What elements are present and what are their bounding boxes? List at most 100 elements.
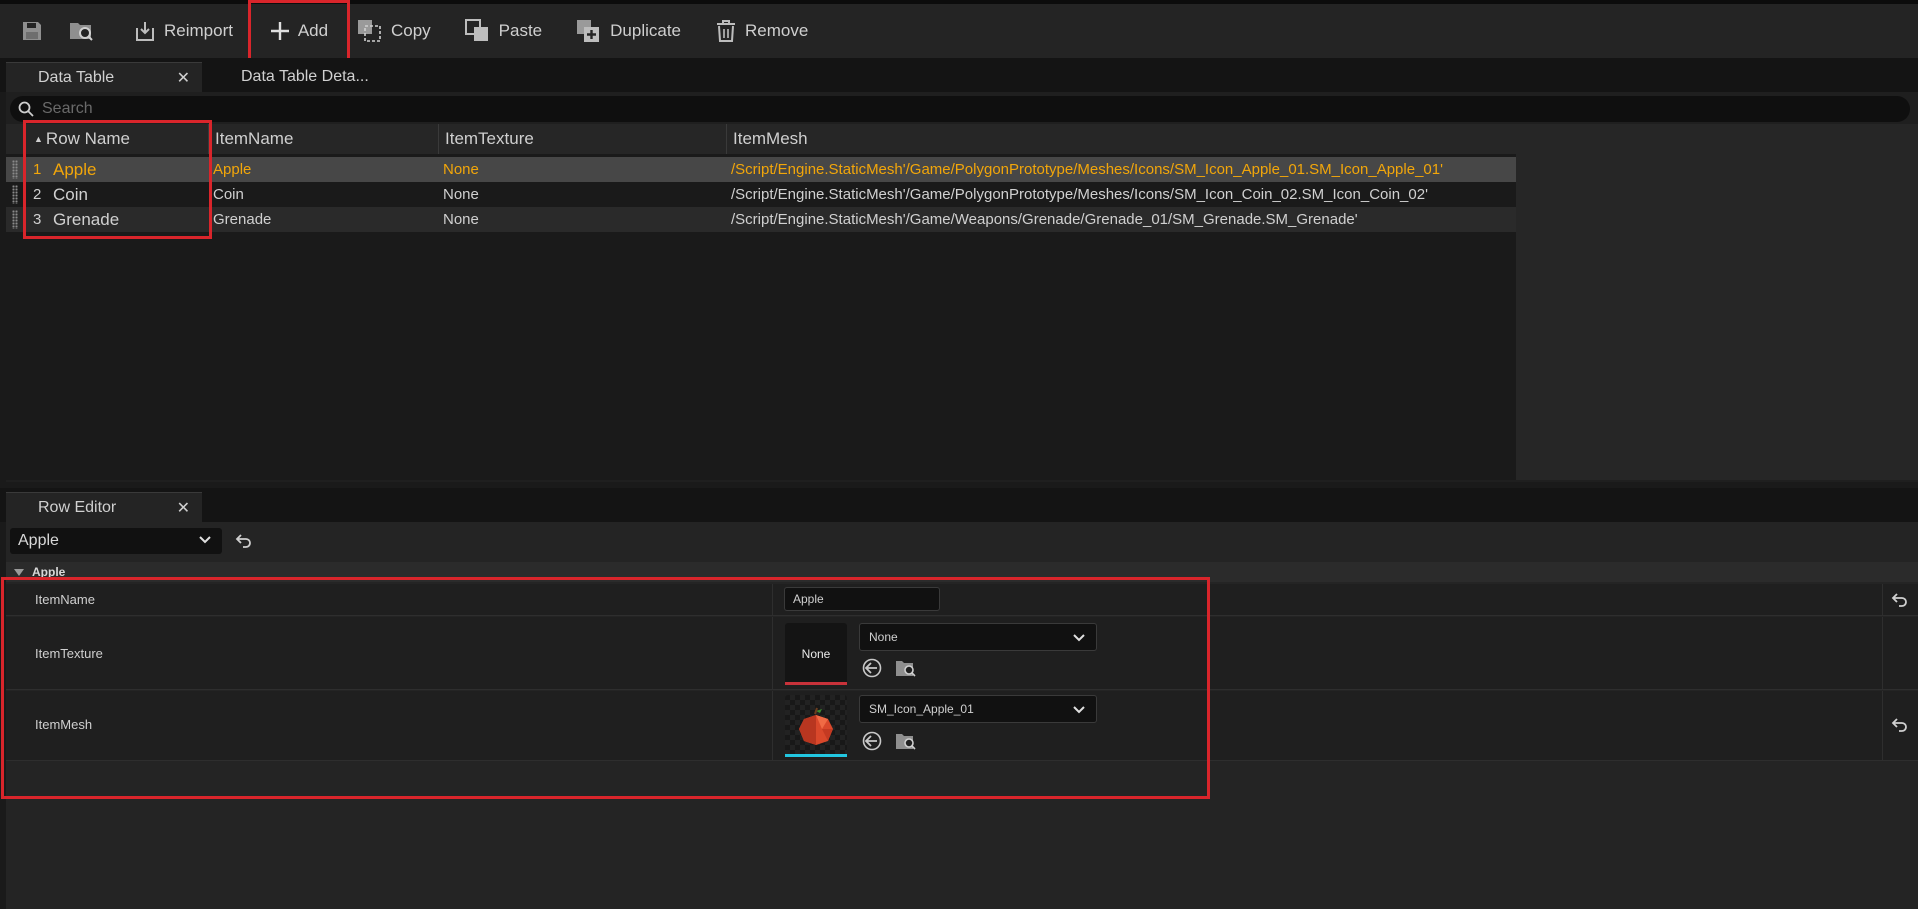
column-header-item-name[interactable]: ItemName xyxy=(208,124,438,154)
row-name: Apple xyxy=(53,159,97,179)
row-number: 2 xyxy=(33,186,42,203)
add-label: Add xyxy=(297,21,329,40)
cell-item-name: Apple xyxy=(213,161,252,178)
column-header-item-mesh[interactable]: ItemMesh xyxy=(726,124,1516,154)
sort-ascending-icon: ▲ xyxy=(34,134,43,144)
reimport-label: Reimport xyxy=(164,21,233,40)
paste-icon xyxy=(464,19,488,41)
tab-data-table-details[interactable]: Data Table Deta... xyxy=(206,62,402,92)
remove-label: Remove xyxy=(745,21,809,40)
row-name: Grenade xyxy=(53,209,120,229)
drag-handle-icon[interactable] xyxy=(12,185,18,204)
column-divider xyxy=(1882,617,1883,689)
column-divider xyxy=(1882,584,1883,615)
search-bar[interactable] xyxy=(10,96,1910,122)
cell-item-texture: None xyxy=(443,186,479,203)
mesh-asset-value: SM_Icon_Apple_01 xyxy=(869,702,974,716)
property-label: ItemTexture xyxy=(35,646,103,661)
row-select-dropdown[interactable]: Apple xyxy=(10,528,222,554)
duplicate-button[interactable]: Duplicate xyxy=(566,9,691,53)
paste-label: Paste xyxy=(498,21,543,40)
texture-asset-value: None xyxy=(869,630,898,644)
add-button[interactable]: Add xyxy=(247,0,350,62)
reimport-button[interactable]: Reimport xyxy=(124,9,243,53)
row-name: Coin xyxy=(53,184,88,204)
browse-asset-icon[interactable] xyxy=(895,730,917,752)
reset-to-default-icon[interactable] xyxy=(1890,590,1910,610)
close-icon[interactable]: ✕ xyxy=(177,498,190,518)
cell-item-mesh: /Script/Engine.StaticMesh'/Game/PolygonP… xyxy=(731,161,1443,178)
save-icon[interactable] xyxy=(14,13,50,49)
column-divider xyxy=(1882,691,1883,760)
column-header-item-texture[interactable]: ItemTexture xyxy=(438,124,726,154)
mesh-thumbnail[interactable] xyxy=(785,695,847,757)
texture-type-bar xyxy=(785,682,847,685)
data-table-panel: ▲ Row Name ItemName ItemTexture ItemMesh… xyxy=(6,92,1918,482)
drag-handle-icon[interactable] xyxy=(12,210,18,229)
editor-tab-bar: Data Table ✕ Data Table Deta... xyxy=(0,58,1918,92)
copy-button[interactable]: Copy xyxy=(347,9,441,53)
tab-data-table-label: Data Table xyxy=(38,68,115,86)
category-header[interactable]: Apple xyxy=(6,562,1918,582)
table-header: ▲ Row Name ItemName ItemTexture ItemMesh xyxy=(6,124,1516,154)
table-row[interactable]: 2 Coin Coin None /Script/Engine.StaticMe… xyxy=(6,182,1516,207)
row-number: 3 xyxy=(33,211,42,228)
category-label: Apple xyxy=(32,565,66,579)
chevron-down-icon xyxy=(199,536,211,544)
cell-item-texture: None xyxy=(443,161,479,178)
item-name-value: Apple xyxy=(793,592,824,606)
duplicate-icon xyxy=(577,20,600,42)
reimport-icon xyxy=(136,22,154,41)
chevron-down-icon xyxy=(1073,634,1085,642)
mesh-type-bar xyxy=(785,754,847,757)
texture-thumbnail[interactable]: None xyxy=(785,623,847,685)
data-table-grid: ▲ Row Name ItemName ItemTexture ItemMesh… xyxy=(6,120,1516,480)
reset-to-default-icon[interactable] xyxy=(234,531,254,551)
reset-to-default-icon[interactable] xyxy=(1890,715,1910,735)
table-empty-area xyxy=(1516,124,1918,480)
property-row-item-texture: ItemTexture None None xyxy=(6,617,1918,690)
cell-item-name: Grenade xyxy=(213,211,272,228)
browse-in-content-icon[interactable] xyxy=(64,13,100,49)
tab-row-editor-label: Row Editor xyxy=(38,498,117,516)
column-header-row-name[interactable]: ▲ Row Name xyxy=(28,124,208,154)
property-row-item-mesh: ItemMesh SM_Icon_Apple_01 xyxy=(6,691,1918,761)
close-icon[interactable]: ✕ xyxy=(177,68,190,88)
property-row-item-name: ItemName Apple xyxy=(6,584,1918,616)
duplicate-label: Duplicate xyxy=(610,21,682,40)
mesh-asset-combo[interactable]: SM_Icon_Apple_01 xyxy=(859,695,1097,723)
tab-data-table[interactable]: Data Table ✕ xyxy=(6,62,202,92)
row-editor-tab-bar: Row Editor ✕ xyxy=(0,488,1918,522)
toolbar: Reimport Add Copy Paste Duplicate Remove xyxy=(0,0,1918,62)
remove-button[interactable]: Remove xyxy=(705,9,818,53)
column-divider xyxy=(772,617,773,689)
table-row[interactable]: 3 Grenade Grenade None /Script/Engine.St… xyxy=(6,207,1516,232)
use-selected-asset-icon[interactable] xyxy=(861,730,883,752)
row-number: 1 xyxy=(33,161,42,178)
cell-item-mesh: /Script/Engine.StaticMesh'/Game/Weapons/… xyxy=(731,211,1358,228)
row-select-value: Apple xyxy=(18,532,59,549)
property-label: ItemMesh xyxy=(35,717,93,732)
search-input[interactable] xyxy=(42,100,642,118)
table-row[interactable]: 1 Apple Apple None /Script/Engine.Static… xyxy=(6,157,1516,182)
drag-handle-icon[interactable] xyxy=(12,160,18,179)
item-name-field[interactable]: Apple xyxy=(784,587,940,611)
tab-data-table-details-label: Data Table Deta... xyxy=(241,68,369,85)
plus-icon xyxy=(270,22,289,40)
texture-thumbnail-label: None xyxy=(801,647,831,661)
cell-item-name: Coin xyxy=(213,186,244,203)
browse-asset-icon[interactable] xyxy=(895,657,917,679)
column-divider xyxy=(772,691,773,760)
cell-item-texture: None xyxy=(443,211,479,228)
row-editor-panel: Apple Apple ItemName Apple ItemTexture N… xyxy=(1,522,1918,909)
search-icon xyxy=(18,101,34,117)
copy-icon xyxy=(357,20,381,42)
use-selected-asset-icon[interactable] xyxy=(861,657,883,679)
tab-row-editor[interactable]: Row Editor ✕ xyxy=(6,492,202,522)
expand-triangle-icon xyxy=(14,568,24,576)
column-divider xyxy=(772,584,773,615)
copy-label: Copy xyxy=(390,21,431,40)
paste-button[interactable]: Paste xyxy=(455,9,552,53)
texture-asset-combo[interactable]: None xyxy=(859,623,1097,651)
trash-icon xyxy=(717,20,736,42)
